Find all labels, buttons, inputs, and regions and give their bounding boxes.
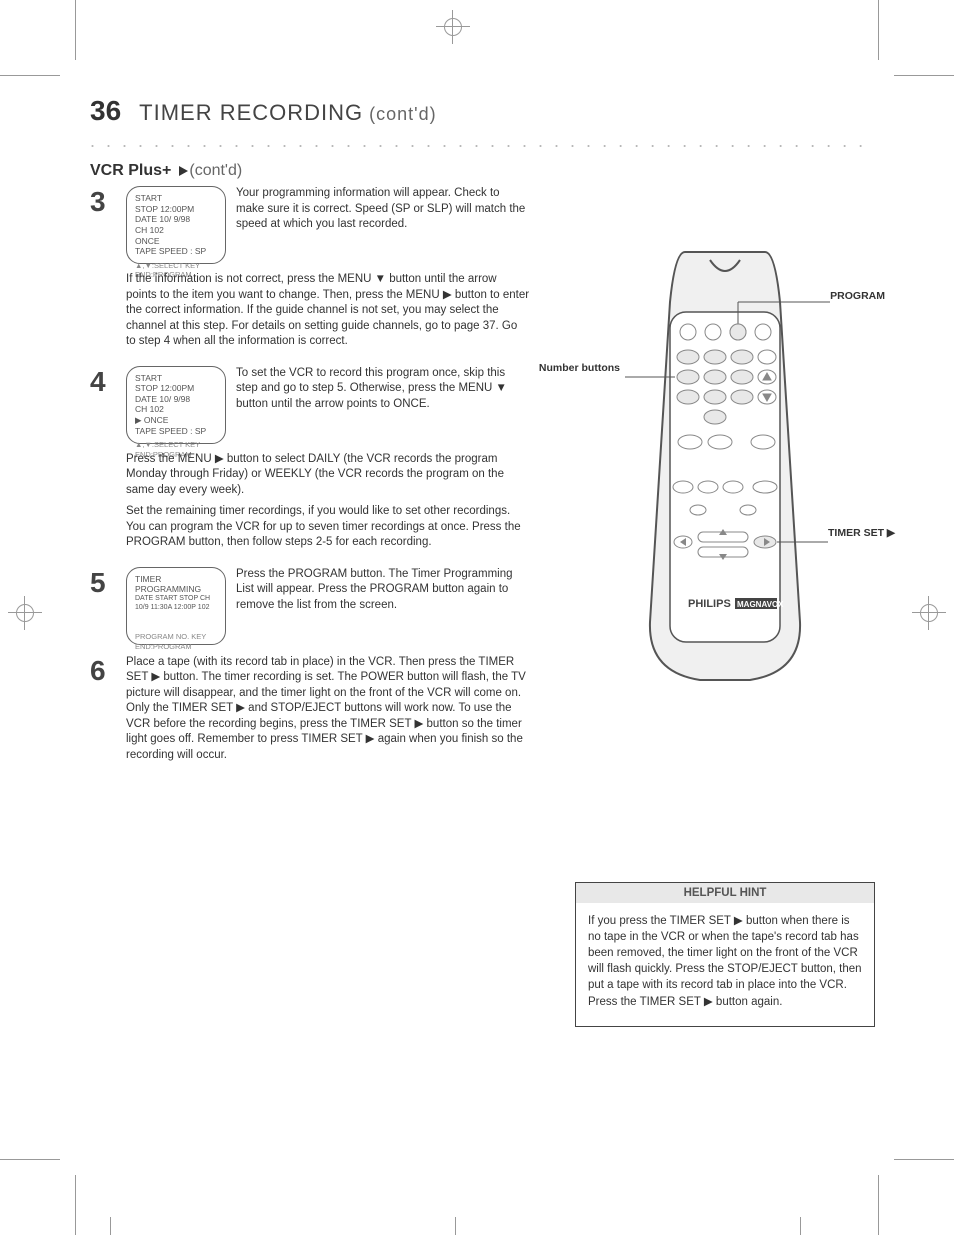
- step-text: Your programming information will appear…: [236, 186, 530, 233]
- step-4: 4 START STOP 12:00PM DATE 10/ 9/98 CH 10…: [90, 366, 530, 557]
- step-5: 5 TIMER PROGRAMMING DATE START STOP CH 1…: [90, 567, 530, 645]
- step-number: 5: [90, 567, 126, 597]
- page-number: 36: [90, 95, 121, 127]
- step-text: To set the VCR to record this program on…: [236, 366, 530, 413]
- header-title: TIMER RECORDING: [139, 100, 363, 126]
- callout-program: PROGRAM: [830, 290, 885, 303]
- remote-illustration: PHILIPS MAGNAVOX PROGRAM Number buttons …: [570, 242, 880, 712]
- play-icon: [177, 165, 189, 177]
- remote-svg: PHILIPS MAGNAVOX: [570, 242, 880, 712]
- step-text: Place a tape (with its record tab in pla…: [126, 655, 530, 764]
- step-number: 3: [90, 186, 126, 216]
- manual-page: 36 TIMER RECORDING (cont'd) . . . . . . …: [90, 95, 870, 1145]
- header-divider: . . . . . . . . . . . . . . . . . . . . …: [90, 131, 870, 152]
- step-number: 4: [90, 366, 126, 396]
- callout-numbers: Number buttons: [520, 362, 620, 375]
- step-3: 3 START STOP 12:00PM DATE 10/ 9/98 CH 10…: [90, 186, 530, 356]
- step-text: If the information is not correct, press…: [126, 272, 530, 350]
- helpful-hint-box: HELPFUL HINT If you press the TIMER SET …: [575, 882, 875, 1027]
- section-title-suffix: (cont'd): [189, 162, 242, 180]
- callout-timer: TIMER SET ▶: [828, 527, 895, 540]
- page-header: 36 TIMER RECORDING (cont'd): [90, 95, 870, 127]
- section-title: VCR Plus+ (cont'd): [90, 162, 530, 180]
- step-text: Press the MENU ▶ button to select DAILY …: [126, 452, 530, 499]
- header-subtitle: (cont'd): [369, 104, 436, 125]
- tv-screen: START STOP 12:00PM DATE 10/ 9/98 CH 102 …: [126, 186, 226, 264]
- section-title-text: VCR Plus+: [90, 162, 171, 180]
- helpful-hint-title: HELPFUL HINT: [576, 883, 874, 903]
- step-number: 6: [90, 655, 126, 685]
- instruction-column: VCR Plus+ (cont'd) 3 START STOP 12:00PM …: [90, 162, 530, 769]
- brand-philips: PHILIPS: [688, 598, 731, 610]
- step-6: 6 Place a tape (with its record tab in p…: [90, 655, 530, 770]
- brand-magnavox: MAGNAVOX: [737, 600, 784, 609]
- step-text: Set the remaining timer recordings, if y…: [126, 504, 530, 551]
- step-text: Press the PROGRAM button. The Timer Prog…: [236, 567, 530, 614]
- tv-screen: START STOP 12:00PM DATE 10/ 9/98 CH 102 …: [126, 366, 226, 444]
- helpful-hint-body: If you press the TIMER SET ▶ button when…: [576, 903, 874, 1026]
- tv-screen: TIMER PROGRAMMING DATE START STOP CH 10/…: [126, 567, 226, 645]
